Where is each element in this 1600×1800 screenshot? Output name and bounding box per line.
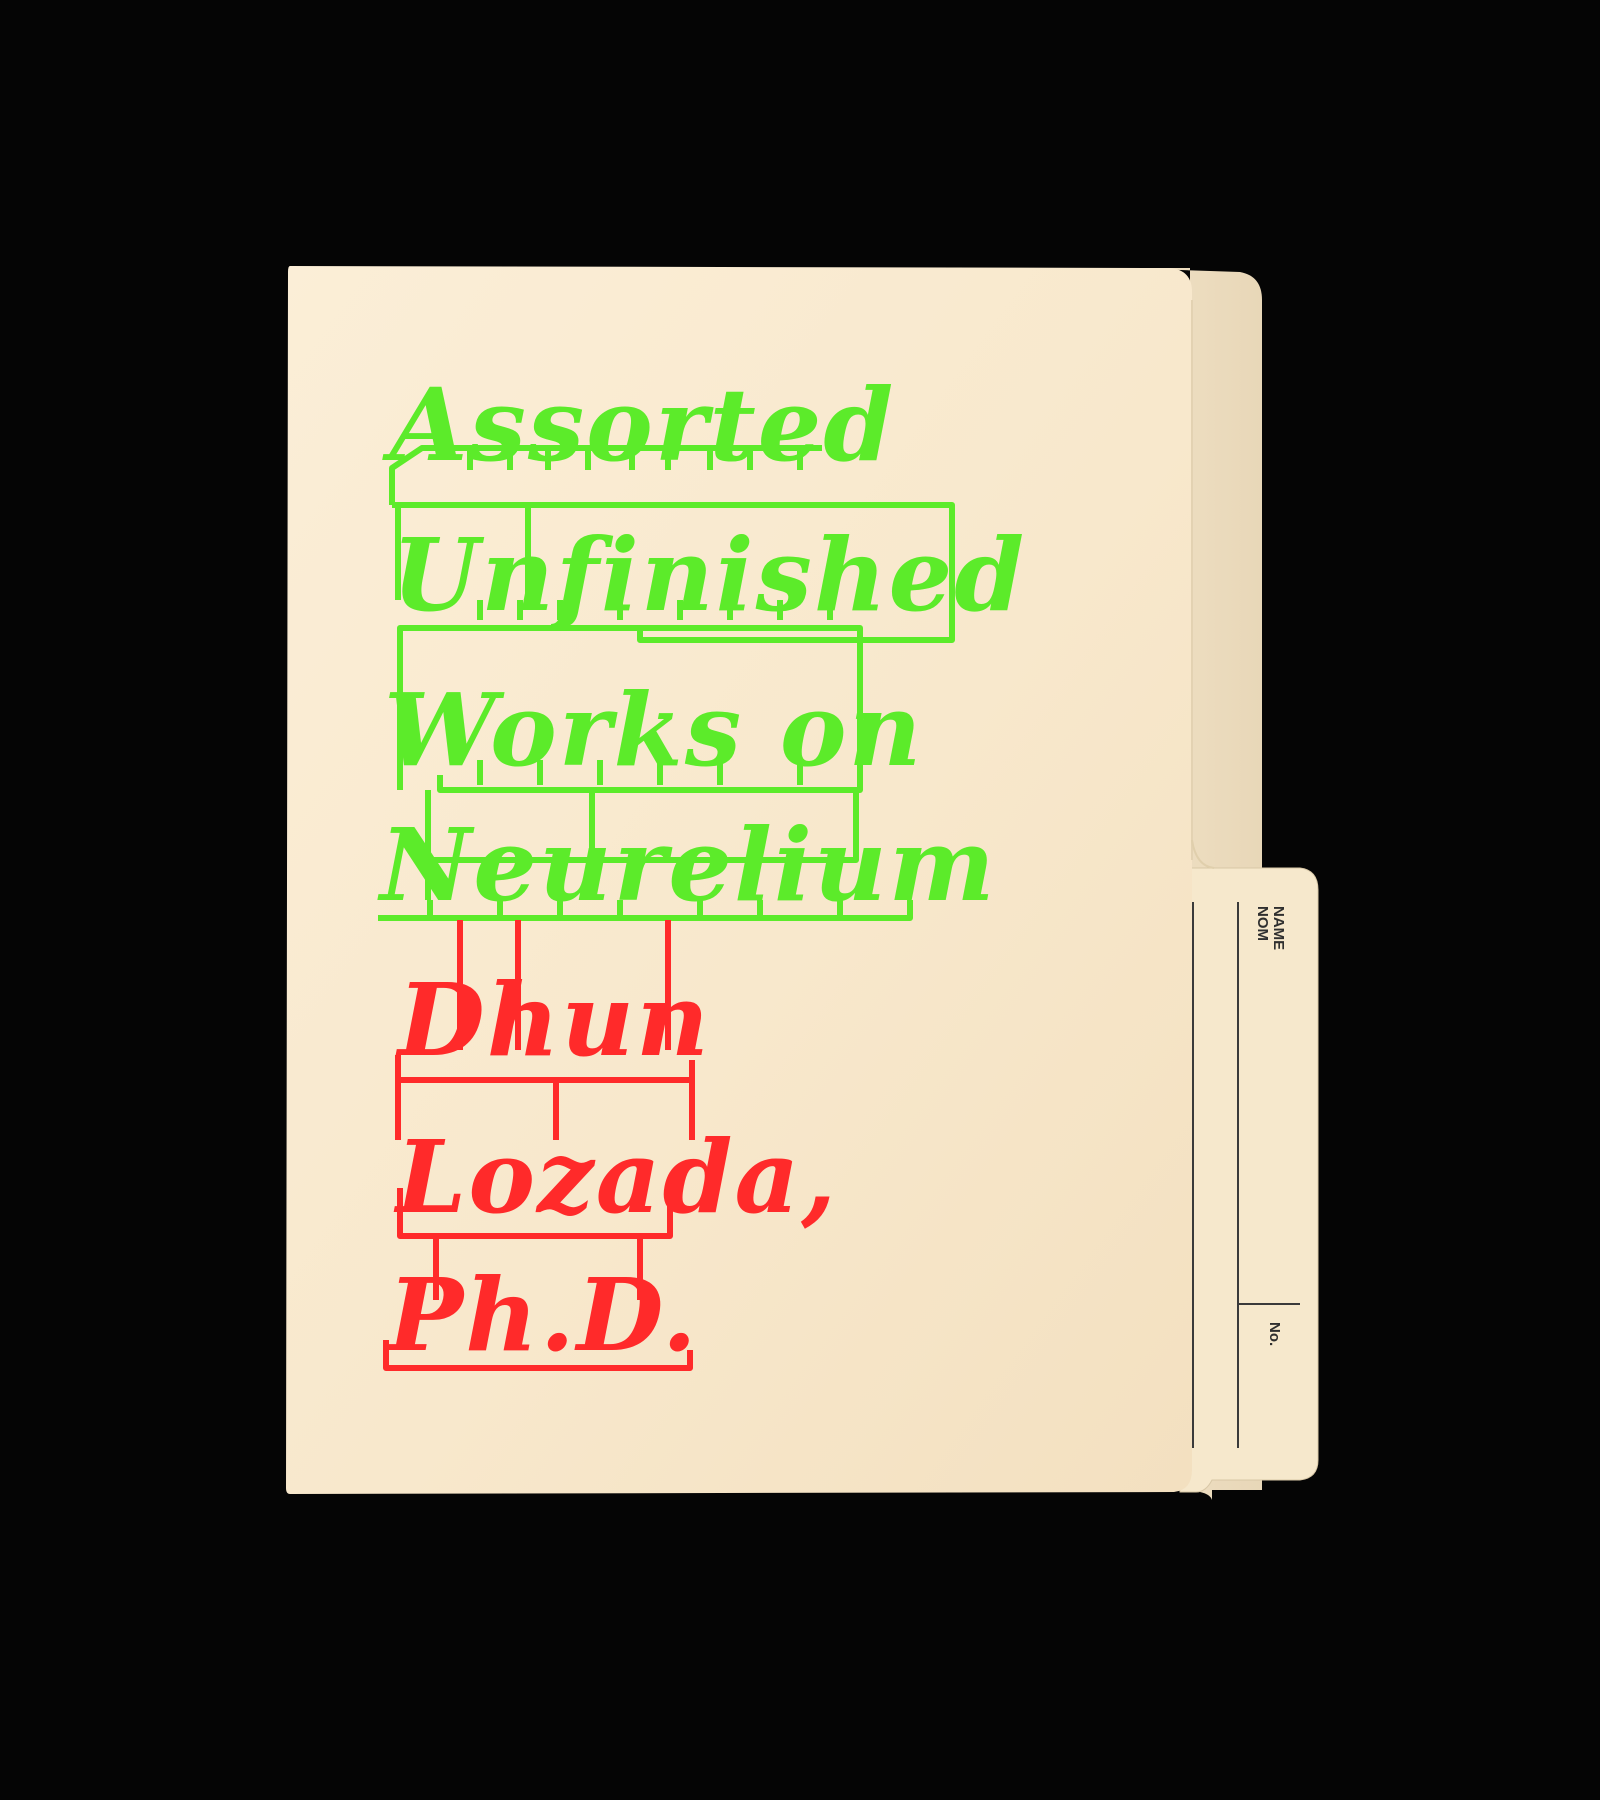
author-line-3: Ph.D.: [385, 1256, 699, 1374]
author-line-1: Dhun: [395, 961, 711, 1079]
title-line-1: Assorted: [382, 366, 895, 484]
tab-nom-label: NOM: [1254, 906, 1271, 941]
photo-scene: NAME NOM No. Assorted Unfinished Works o…: [286, 266, 1319, 1500]
title-line-4: Neurelium: [377, 806, 997, 924]
tab-number-label: No.: [1266, 1322, 1283, 1346]
title-line-2: Unfinished: [392, 516, 1026, 634]
author-line-2: Lozada,: [393, 1118, 838, 1236]
title-line-3: Works on: [384, 671, 923, 789]
tab-name-label: NAME: [1270, 906, 1287, 950]
